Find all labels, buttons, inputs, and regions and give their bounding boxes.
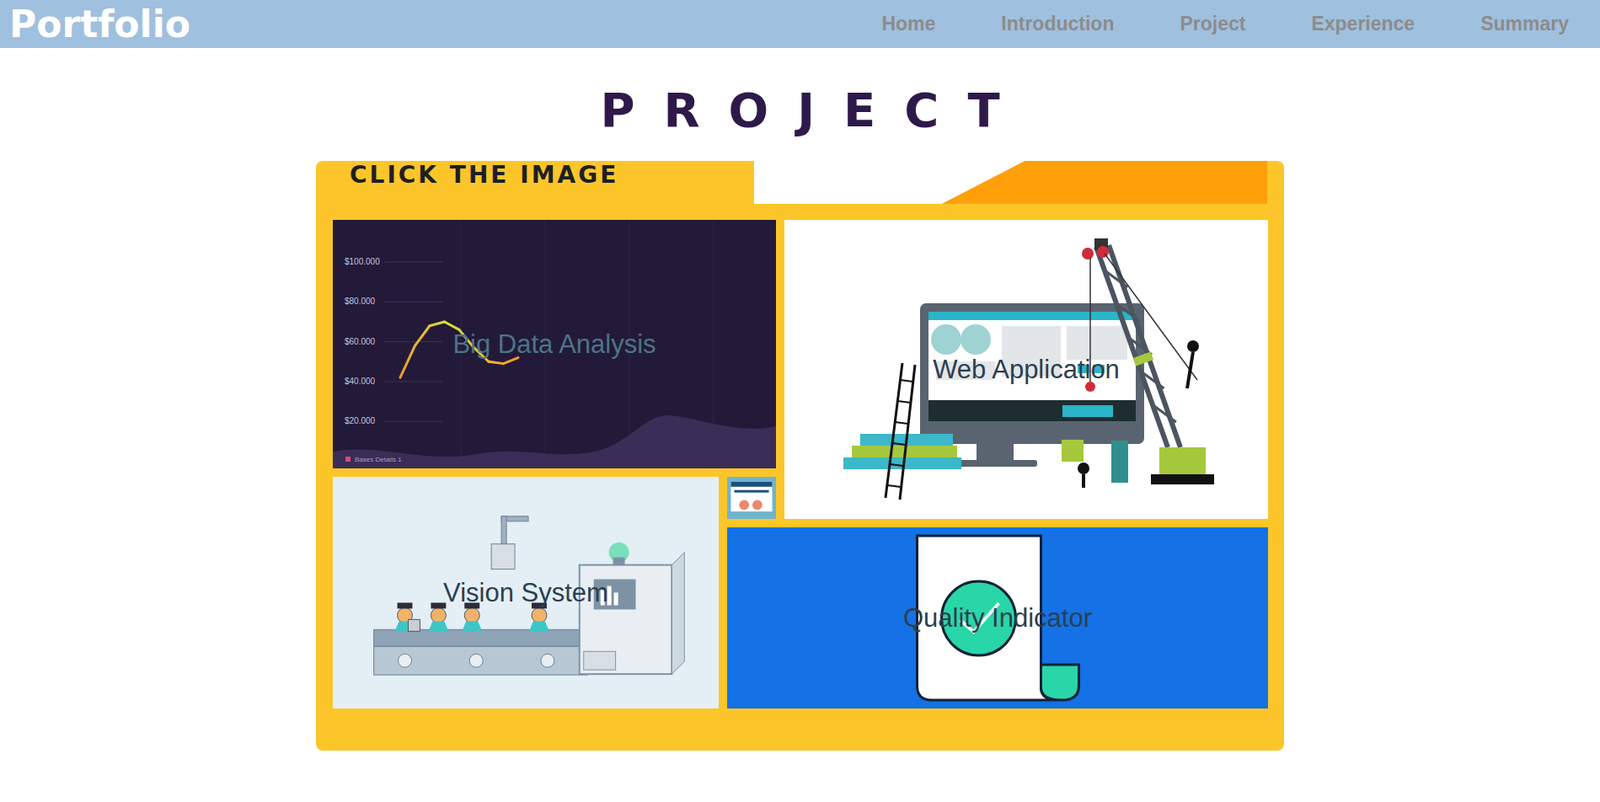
section-title: PROJECT	[0, 81, 1600, 140]
project-tile[interactable]: Web Application	[784, 219, 1269, 520]
project-panel: CLICK THE IMAGE $100.000 $80.000 $60.000 $40…	[315, 160, 1285, 751]
legend-label: Bases Details 1	[354, 455, 402, 464]
tile-label: Vision System	[332, 476, 719, 709]
axis-tick: $40.000	[344, 376, 376, 386]
project-tile[interactable]: Quality Indicator	[727, 527, 1269, 709]
legend-swatch-icon	[345, 456, 351, 462]
chart-segment	[444, 321, 461, 330]
top-bar: Portfolio Home Introduction Project Experien…	[0, 0, 1600, 49]
chart-segment	[415, 326, 431, 347]
axis-tick: $20.000	[344, 416, 376, 426]
nav-item[interactable]: Home	[881, 12, 936, 36]
project-tile[interactable]: Vision System	[332, 476, 719, 709]
project-tile[interactable]	[727, 476, 776, 520]
nav-item[interactable]: Summary	[1480, 12, 1569, 36]
nav-item[interactable]: Project	[1179, 12, 1246, 36]
panel-label: CLICK THE IMAGE	[332, 160, 755, 204]
tile-label: Big Data Analysis	[332, 219, 776, 469]
project-grid: $100.000 $80.000 $60.000 $40.000 $20.000 Base…	[332, 219, 1268, 709]
thumbnail-image	[727, 476, 776, 520]
panel-strip	[754, 160, 1268, 204]
axis-tick: $60.000	[344, 337, 376, 347]
tile-label: Web Application	[784, 219, 1269, 520]
chart-segment	[488, 361, 504, 364]
nav-item[interactable]: Introduction	[1000, 12, 1114, 36]
project-tile[interactable]: $100.000 $80.000 $60.000 $40.000 $20.000 Base…	[332, 219, 776, 469]
chart-segment	[429, 321, 445, 327]
nav-menu: Home Introduction Project Experience Summary	[881, 12, 1569, 36]
panel-header: CLICK THE IMAGE	[332, 160, 1268, 204]
chart-segment	[400, 345, 416, 378]
tile-label: Quality Indicator	[727, 527, 1269, 709]
orange-ribbon-icon	[754, 160, 1268, 204]
axis-tick: $80.000	[344, 296, 376, 306]
chart-segment	[503, 358, 520, 364]
nav-item[interactable]: Experience	[1311, 12, 1415, 36]
axis-tick: $100.000	[344, 256, 380, 267]
logo[interactable]: Portfolio	[9, 0, 191, 49]
portfolio-page: Portfolio Home Introduction Project Experien…	[0, 0, 1600, 802]
